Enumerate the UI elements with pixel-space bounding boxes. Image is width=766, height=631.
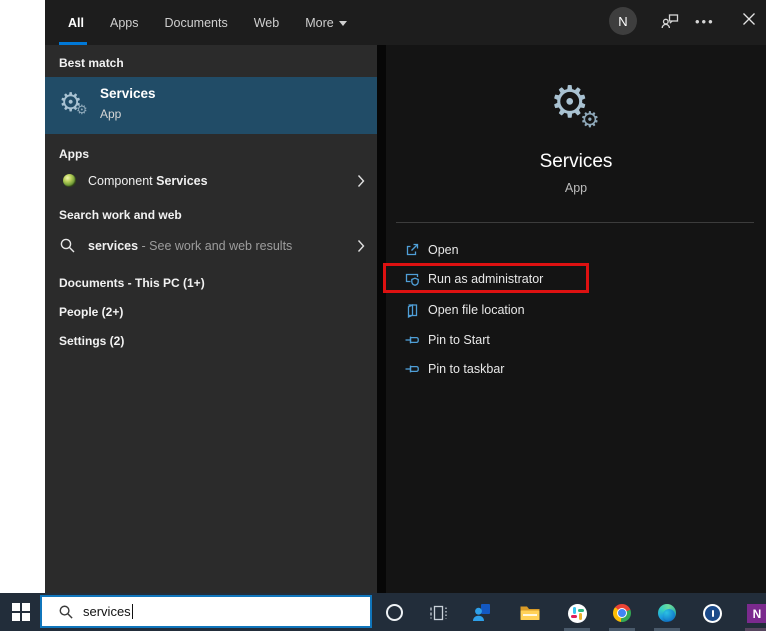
tab-web[interactable]: Web [254,16,279,30]
chevron-right-icon[interactable] [357,239,365,252]
action-open-file-location[interactable]: Open file location [386,295,766,325]
filter-tabs: All Apps Documents Web More [68,0,347,45]
windows-search-flyout: All Apps Documents Web More N ••• Best m… [45,0,766,593]
windows-logo-icon [12,603,30,621]
1password-icon[interactable] [703,604,722,623]
preview-panel: ⚙ ⚙ Services App Open Run as administrato… [383,45,766,593]
component-services-icon [63,174,76,187]
open-icon [404,242,420,258]
action-pin-to-start[interactable]: Pin to Start [386,325,766,355]
taskbar-search-box[interactable]: services [40,595,372,628]
services-gear-icon-large: ⚙ ⚙ [550,78,600,132]
best-match-result-services[interactable]: ⚙ ⚙ Services App [45,77,377,134]
apps-section-header: Apps [59,147,89,161]
onenote-icon[interactable]: N [747,604,766,623]
tab-more[interactable]: More [305,16,347,30]
best-match-title: Services [100,86,156,101]
action-open[interactable]: Open [386,235,766,265]
search-icon [59,237,76,254]
services-gear-icon: ⚙ ⚙ [59,87,88,117]
search-web-section-header: Search work and web [59,208,182,222]
people-icon[interactable] [472,603,491,622]
taskbar: services [0,593,766,631]
group-header-settings[interactable]: Settings (2) [59,334,124,348]
start-button[interactable] [0,593,42,631]
result-component-services[interactable]: Component Services [45,166,377,196]
more-options-icon[interactable]: ••• [695,14,715,29]
best-match-header: Best match [59,56,124,70]
task-view-icon[interactable] [429,605,448,621]
pin-icon [404,361,420,377]
group-header-documents[interactable]: Documents - This PC (1+) [59,276,205,290]
tab-documents[interactable]: Documents [164,16,227,30]
highlight-box-run-as-administrator [383,263,589,293]
result-label: Component Services [88,174,208,188]
panel-separator [377,45,386,593]
file-location-icon [404,302,420,318]
search-input-value: services [83,604,131,619]
edge-icon[interactable] [658,604,676,622]
search-results-panel: Best match ⚙ ⚙ Services App Apps Componen… [45,45,377,593]
search-icon [58,604,74,620]
tab-apps[interactable]: Apps [110,16,139,30]
action-pin-to-taskbar[interactable]: Pin to taskbar [386,354,766,384]
pin-icon [404,332,420,348]
best-match-subtitle: App [100,107,122,121]
search-filter-bar: All Apps Documents Web More N ••• [45,0,766,45]
divider [396,222,754,223]
preview-app-subtitle: App [564,181,588,195]
file-explorer-icon[interactable] [520,605,540,621]
close-icon[interactable] [742,12,756,26]
chevron-right-icon[interactable] [357,175,365,188]
cortana-icon[interactable] [386,604,403,621]
chevron-down-icon [338,20,347,26]
result-label: services - See work and web results [88,238,293,253]
slack-icon[interactable] [568,604,587,623]
tab-all[interactable]: All [68,16,84,30]
group-header-people[interactable]: People (2+) [59,305,123,319]
result-web-search[interactable]: services - See work and web results [45,229,377,262]
user-avatar[interactable]: N [609,7,637,35]
text-cursor [131,604,134,619]
chrome-icon[interactable] [613,604,631,622]
feedback-icon[interactable] [661,12,680,31]
preview-app-title: Services [539,151,613,172]
